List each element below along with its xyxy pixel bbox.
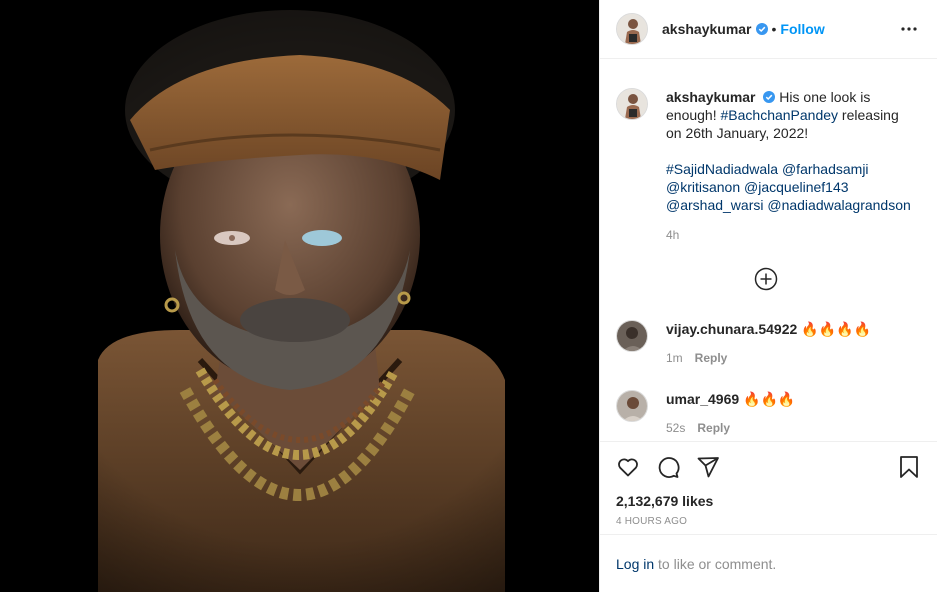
comment-age: 52s xyxy=(666,421,686,435)
post-timestamp: 4 HOURS AGO xyxy=(616,516,688,527)
heart-icon[interactable] xyxy=(616,455,640,479)
comment-text: 🔥🔥🔥🔥 xyxy=(801,321,871,337)
separator-dot: • xyxy=(771,21,777,37)
follow-button[interactable]: Follow xyxy=(780,21,824,37)
caption-username[interactable]: akshaykumar xyxy=(666,89,756,105)
verified-badge-icon xyxy=(755,23,768,35)
instagram-post: akshaykumar • Follow akshaykumar His one… xyxy=(0,0,937,592)
login-link[interactable]: Log in xyxy=(616,556,654,572)
caption-body: akshaykumar His one look is enough! #Bac… xyxy=(666,88,916,244)
verified-badge-icon xyxy=(763,91,776,103)
avatar-image xyxy=(617,321,647,351)
reply-button[interactable]: Reply xyxy=(697,421,730,435)
comments-section[interactable]: akshaykumar His one look is enough! #Bac… xyxy=(600,60,937,441)
caption-hashtag[interactable]: #BachchanPandey xyxy=(721,107,839,123)
author-username[interactable]: akshaykumar xyxy=(662,21,752,37)
portrait-illustration xyxy=(0,0,599,592)
commenter-avatar[interactable] xyxy=(616,320,648,352)
bookmark-icon[interactable] xyxy=(897,455,921,479)
login-prompt: Log in to like or comment. xyxy=(600,534,937,592)
avatar-image xyxy=(617,14,647,44)
author-avatar[interactable] xyxy=(616,13,648,45)
post-image[interactable] xyxy=(0,0,599,592)
caption-avatar[interactable] xyxy=(616,88,648,120)
login-suffix: to like or comment. xyxy=(654,555,777,572)
commenter-avatar[interactable] xyxy=(616,390,648,422)
comment-item: vijay.chunara.54922 🔥🔥🔥🔥 1m Reply xyxy=(616,320,871,365)
avatar-image xyxy=(617,89,647,119)
post-sidebar: akshaykumar • Follow akshaykumar His one… xyxy=(599,0,937,592)
caption-mentions-line-1[interactable]: #SajidNadiadwala @farhadsamji xyxy=(666,160,916,178)
caption-mentions-line-2[interactable]: @kritisanon @jacquelinef143 xyxy=(666,178,916,196)
comment-username[interactable]: vijay.chunara.54922 xyxy=(666,321,797,337)
post-header: akshaykumar • Follow xyxy=(600,0,937,59)
more-options-icon[interactable] xyxy=(897,17,921,41)
likes-count[interactable]: 2,132,679 likes xyxy=(600,492,937,510)
avatar-image xyxy=(617,391,647,421)
comment-username[interactable]: umar_4969 xyxy=(666,391,739,407)
post-actions: 2,132,679 likes 4 HOURS AGO xyxy=(600,441,937,527)
share-icon[interactable] xyxy=(696,455,720,479)
reply-button[interactable]: Reply xyxy=(695,351,728,365)
caption-age: 4h xyxy=(666,228,680,242)
comment-icon[interactable] xyxy=(656,455,680,479)
comment-text: 🔥🔥🔥 xyxy=(743,391,796,407)
comment-age: 1m xyxy=(666,351,683,365)
post-caption: akshaykumar His one look is enough! #Bac… xyxy=(616,88,921,244)
comment-item: umar_4969 🔥🔥🔥 52s Reply xyxy=(616,390,795,435)
caption-mentions-line-3[interactable]: @arshad_warsi @nadiadwalagrandson xyxy=(666,196,916,214)
action-bar xyxy=(600,442,937,492)
plus-circle-icon[interactable] xyxy=(754,267,778,291)
